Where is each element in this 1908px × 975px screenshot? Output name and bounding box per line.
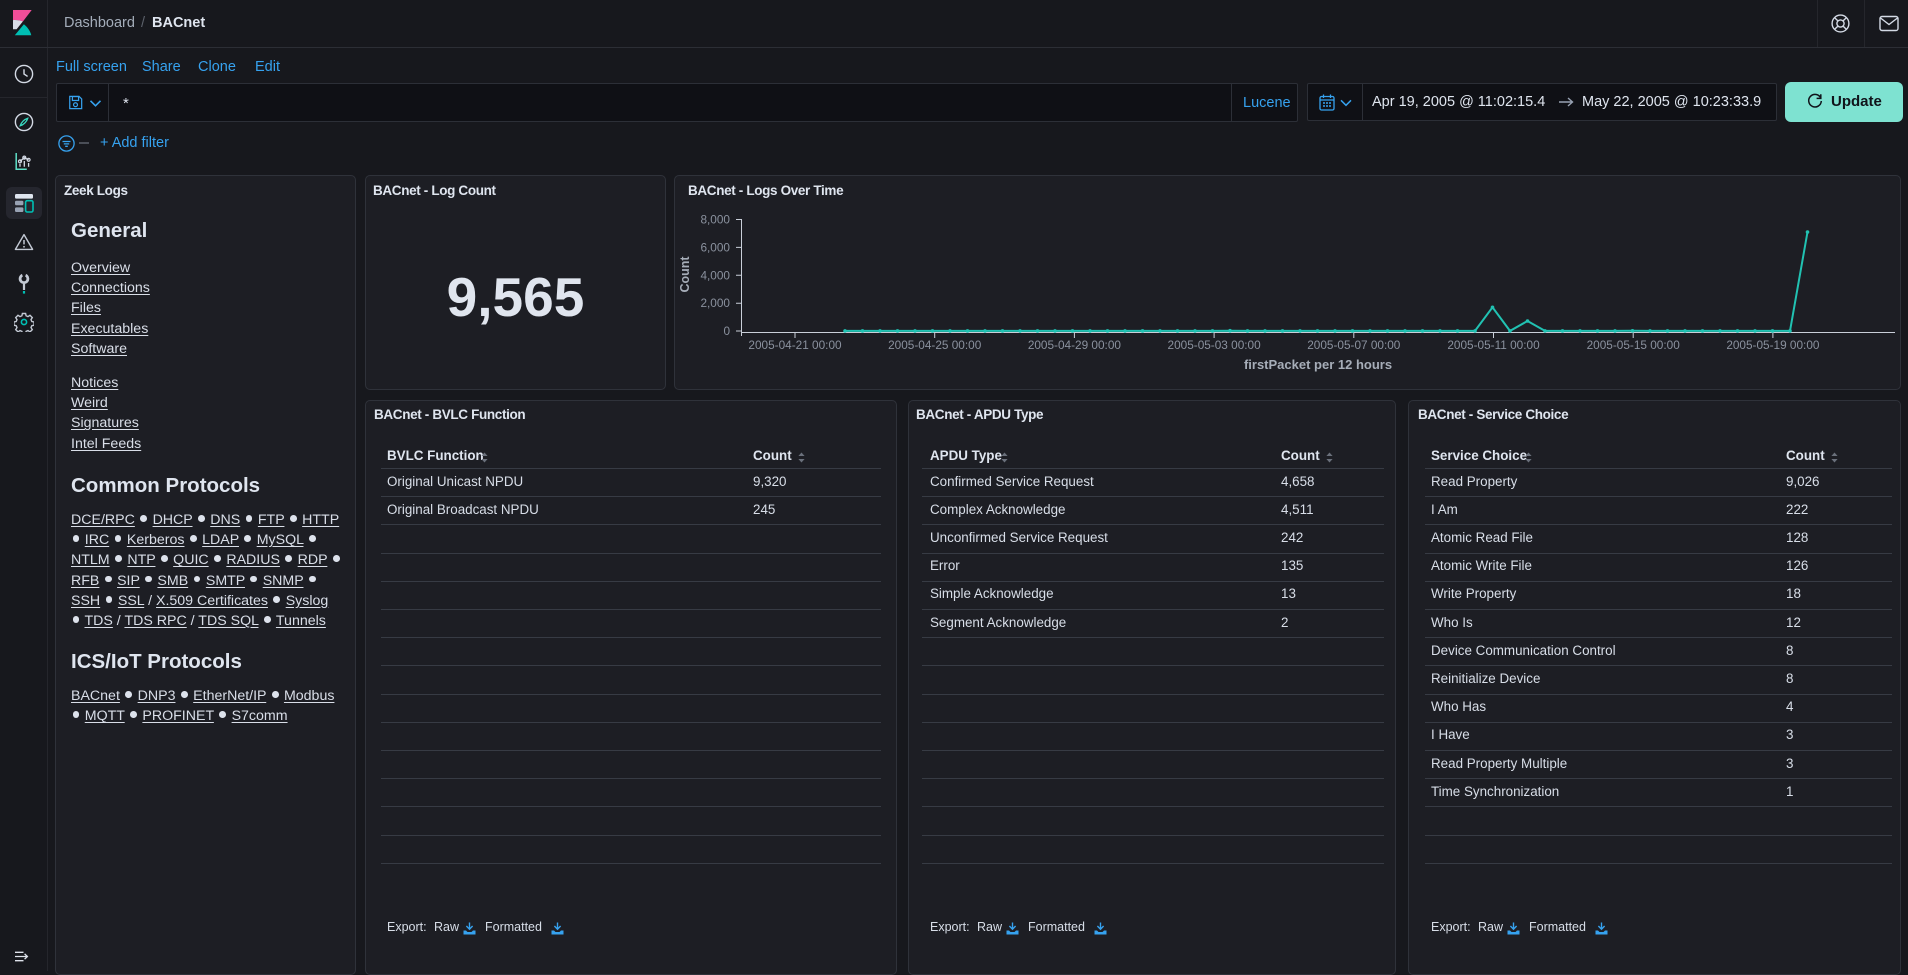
svg-text:6,000: 6,000: [700, 240, 730, 254]
svg-text:2005-05-07 00:00: 2005-05-07 00:00: [1307, 338, 1401, 352]
svg-text:2005-05-15 00:00: 2005-05-15 00:00: [1587, 338, 1681, 352]
svg-text:Count: Count: [678, 256, 692, 293]
svg-text:firstPacket per 12 hours: firstPacket per 12 hours: [1244, 357, 1392, 372]
svg-text:2005-04-21 00:00: 2005-04-21 00:00: [748, 338, 842, 352]
svg-text:2,000: 2,000: [700, 296, 730, 310]
svg-text:2005-05-03 00:00: 2005-05-03 00:00: [1168, 338, 1262, 352]
svg-text:8,000: 8,000: [700, 213, 730, 227]
svg-text:2005-05-19 00:00: 2005-05-19 00:00: [1726, 338, 1820, 352]
svg-text:2005-04-25 00:00: 2005-04-25 00:00: [888, 338, 982, 352]
svg-text:2005-05-11 00:00: 2005-05-11 00:00: [1447, 338, 1540, 352]
svg-text:4,000: 4,000: [700, 268, 730, 282]
svg-text:2005-04-29 00:00: 2005-04-29 00:00: [1028, 338, 1122, 352]
svg-text:0: 0: [723, 324, 730, 338]
